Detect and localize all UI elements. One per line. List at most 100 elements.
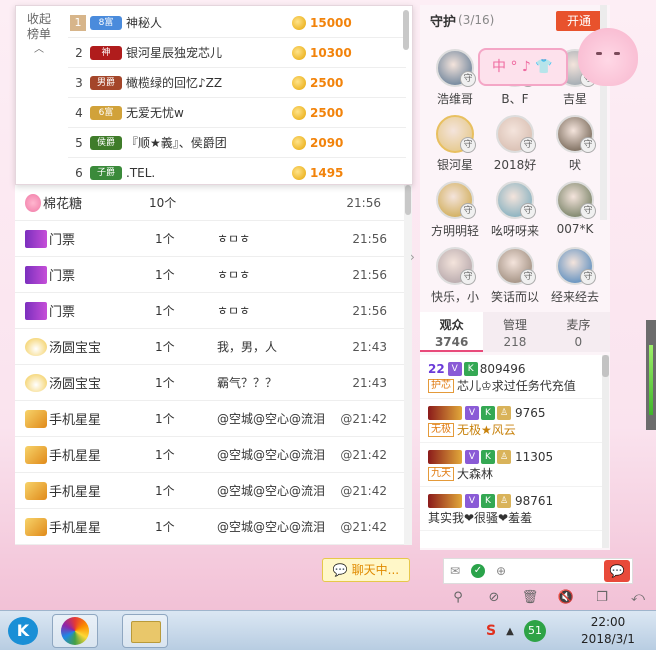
audience-line: V K ♙ 9765: [428, 404, 598, 421]
sogou-icon[interactable]: S: [480, 620, 502, 642]
pin-icon[interactable]: ⚲: [440, 588, 476, 608]
gift-time: @21:42: [340, 411, 387, 426]
coin-icon: [292, 135, 306, 150]
guard-header: 守护 (3/16) 开通: [420, 5, 610, 35]
trash-icon[interactable]: 🗑: [512, 588, 548, 608]
fan-badge: 护芯: [428, 378, 454, 393]
rank-username: 神秘人: [126, 16, 163, 30]
chevron-up-icon[interactable]: ▲: [502, 626, 518, 637]
guard-member[interactable]: 守笑话而以: [485, 247, 545, 305]
ranking-row[interactable]: 6 子爵 .TEL. 1495: [68, 158, 406, 188]
gift-list-scrollbar[interactable]: [404, 185, 412, 545]
guard-member[interactable]: 守吆呀呀来: [485, 181, 545, 239]
guard-member[interactable]: 守浩维哥: [425, 49, 485, 107]
audience-tabs: 观众 3746 管理 218 麦序 0: [420, 312, 610, 352]
side-volume-level: [649, 345, 653, 415]
audience-scroll-thumb[interactable]: [602, 355, 609, 377]
gift-name: 手机星星: [49, 485, 102, 500]
avatar[interactable]: 守: [496, 181, 536, 219]
window-icon[interactable]: ❐: [584, 588, 620, 608]
undo-icon[interactable]: ⤺: [620, 588, 656, 608]
compass-icon[interactable]: ⊘: [476, 588, 512, 608]
tab-mic-queue[interactable]: 麦序 0: [547, 312, 610, 352]
audience-scrollbar[interactable]: [602, 355, 609, 548]
taskbar-app-explorer[interactable]: [122, 614, 168, 648]
tab-count: 218: [503, 335, 527, 349]
guard-member[interactable]: 守 007*K: [545, 181, 605, 236]
audience-item[interactable]: V K ♙ 9765 无极 无极★风云: [420, 399, 602, 443]
guard-member[interactable]: 守快乐，小: [425, 247, 485, 305]
gift-list-scroll-thumb[interactable]: [405, 185, 411, 215]
gift-row: 门票 1个 ㅎㅁㅎ 21:56: [15, 221, 410, 257]
avatar[interactable]: 守: [436, 115, 476, 153]
tab-audience[interactable]: 观众 3746: [420, 312, 484, 352]
live-room-window: 棉花糖 10个 21:56 门票 1个 ㅎㅁㅎ 21:56 门票 1个 ㅎㅁㅎ 21:56 门票 1个ㅎ…: [0, 0, 656, 610]
tray-badge[interactable]: 51: [524, 620, 546, 642]
collapse-ranking-button[interactable]: 收起 榜单 ︿: [24, 12, 54, 57]
ranking-row[interactable]: 3 男爵 橄榄绿的回忆♪ZZ 2500: [68, 68, 406, 98]
check-icon[interactable]: ✓: [471, 564, 485, 578]
noble-badge-icon: [428, 449, 462, 464]
rank-score: 2500: [310, 75, 344, 90]
shield-icon: 守: [580, 137, 596, 153]
audience-item[interactable]: V K ♙ 11305 九天 大森林: [420, 443, 602, 487]
ranking-list: 1 8富 神秘人 15000 2 神银河星辰独宠芯儿 10300 3 男爵 橄榄绿的回忆♪ZZ 25…: [68, 8, 406, 188]
ranking-row[interactable]: 4 6富 无爱无忧w 2500: [68, 98, 406, 128]
ranking-row[interactable]: 1 8富 神秘人 15000: [68, 8, 406, 38]
avatar[interactable]: 守: [556, 247, 596, 285]
coin-icon: [292, 166, 306, 180]
rank-score: 2090: [310, 135, 344, 150]
k-icon: K: [463, 361, 478, 376]
avatar[interactable]: 守: [436, 247, 476, 285]
avatar[interactable]: 守: [436, 49, 476, 87]
gift-count: 1个: [155, 448, 175, 462]
guard-member[interactable]: 守吠: [545, 115, 605, 173]
rank-score: 2500: [310, 105, 344, 120]
audience-item[interactable]: 22 V K 809496 护芯 芯儿♔求过任务代充值: [420, 355, 602, 399]
avatar[interactable]: 守: [496, 247, 536, 285]
audience-line: 九天 大森林: [428, 465, 598, 482]
guard-member[interactable]: 守银河星: [425, 115, 485, 173]
chat-status-button[interactable]: 💬 聊天中...: [322, 558, 410, 582]
vip-icon: V: [465, 405, 479, 420]
tab-admin[interactable]: 管理 218: [483, 312, 546, 352]
gift-row: 汤圆宝宝 1个 霸气？？？ 21:43: [15, 365, 410, 401]
taskbar-app-k[interactable]: K: [2, 614, 48, 648]
guard-member[interactable]: 守 2018好: [485, 115, 545, 173]
k-icon: K: [481, 493, 495, 508]
audience-item[interactable]: V K ♙ 98761 其实我❤很骚❤羞羞: [420, 487, 602, 531]
fan-badge: 九天: [428, 466, 454, 481]
mail-icon[interactable]: ✉: [444, 560, 466, 582]
audience-list: 22 V K 809496 护芯 芯儿♔求过任务代充值 V K ♙ 9765 无极 无极★风云 V K ♙ 1…: [420, 355, 602, 548]
send-button[interactable]: 💬: [604, 560, 630, 582]
open-guard-button[interactable]: 开通: [556, 11, 602, 31]
gift-count: 10个: [149, 196, 177, 210]
clock[interactable]: 22:00 2018/3/1: [568, 614, 648, 648]
decor-sticker: 中 ° ♪ 👕: [478, 48, 568, 86]
zoom-icon[interactable]: ⊕: [490, 560, 512, 582]
guard-member[interactable]: 守方明明轻: [425, 181, 485, 239]
gift-message: ㅎㅁㅎ: [217, 304, 251, 318]
gift-time: @21:42: [340, 483, 387, 498]
rank-number: 6: [75, 166, 83, 180]
guard-member[interactable]: 守经来经去: [545, 247, 605, 305]
ranking-row[interactable]: 5 侯爵 『顺★義』、侯爵团 2090: [68, 128, 406, 158]
avatar[interactable]: 守: [436, 181, 476, 219]
avatar[interactable]: 守: [556, 181, 596, 219]
guard-member-name: 方明明轻: [430, 224, 479, 238]
guard-member-name: 吉星: [562, 92, 587, 106]
shield-icon: 守: [460, 269, 476, 285]
ranking-scrollbar[interactable]: [403, 10, 409, 50]
ranking-row[interactable]: 2 神银河星辰独宠芯儿 10300: [68, 38, 406, 68]
clock-time: 22:00: [590, 615, 626, 629]
ticket-icon: [25, 301, 47, 320]
taskbar-app-photos[interactable]: [52, 614, 98, 648]
chevron-right-icon[interactable]: ›: [410, 248, 418, 266]
chat-status-label: 聊天中...: [351, 563, 400, 577]
mute-icon[interactable]: 🔇: [548, 588, 584, 608]
message-input-bar[interactable]: ✉ ✓ ⊕ 💬: [443, 558, 633, 584]
guard-title: 守护: [430, 14, 457, 30]
rank-username: .TEL.: [126, 166, 156, 180]
avatar[interactable]: 守: [496, 115, 536, 153]
avatar[interactable]: 守: [556, 115, 596, 153]
